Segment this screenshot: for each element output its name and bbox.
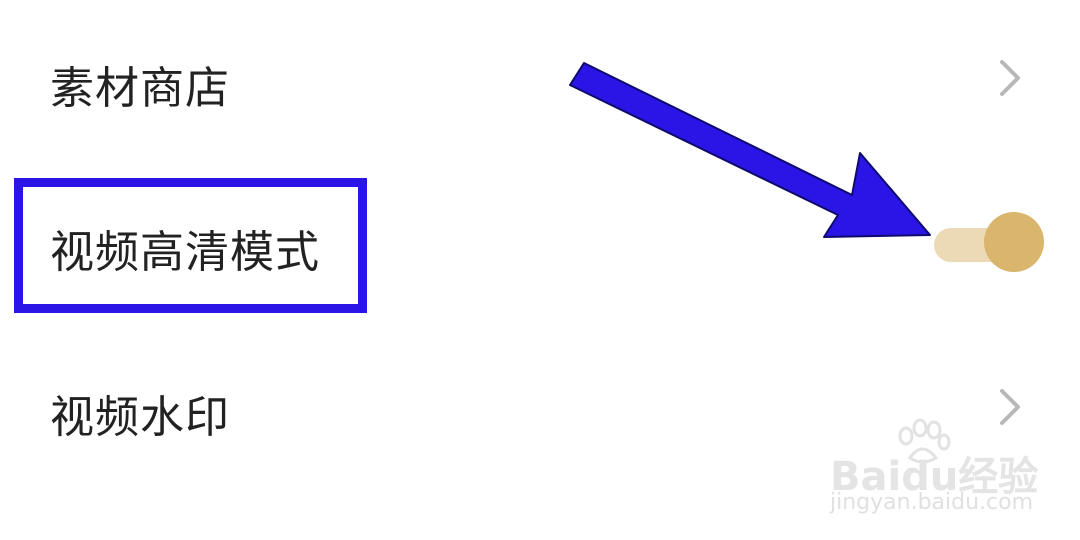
watermark-url: jingyan.baidu.com	[830, 490, 1034, 515]
toggle-knob	[984, 212, 1044, 272]
baidu-jingyan-watermark: Baidu经验 jingyan.baidu.com	[830, 418, 1050, 528]
settings-row-label: 视频水印	[50, 392, 230, 443]
chevron-right-icon	[1000, 60, 1020, 96]
hd-mode-toggle[interactable]	[928, 212, 1046, 276]
annotation-highlight-box	[14, 178, 367, 313]
settings-row-label: 素材商店	[50, 63, 230, 114]
annotation-arrow-icon	[569, 62, 931, 238]
